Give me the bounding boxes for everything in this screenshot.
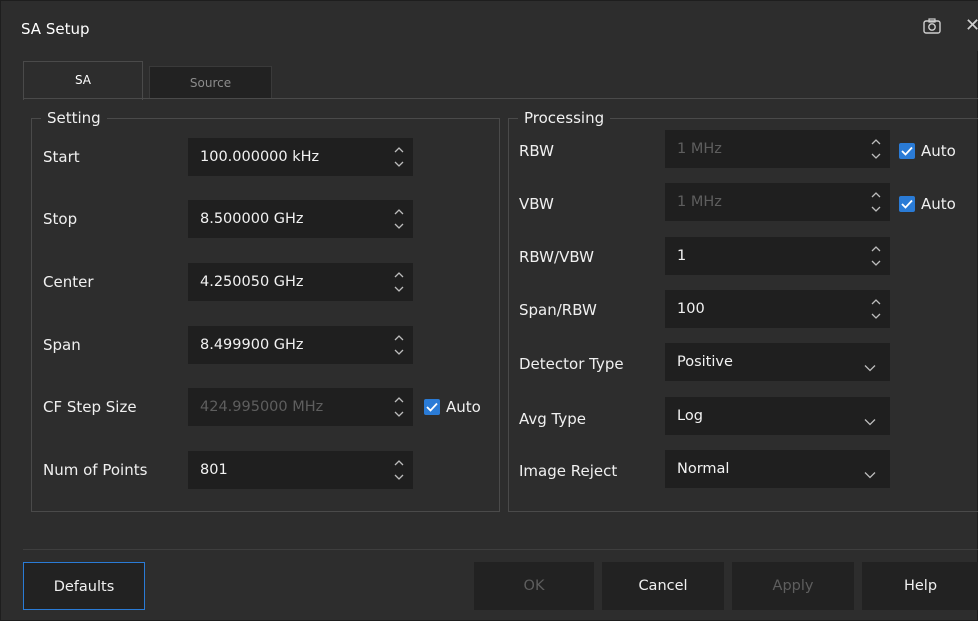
detector-type-label: Detector Type [519, 355, 624, 373]
rbw-vbw-input[interactable]: 1 [665, 237, 890, 275]
camera-icon[interactable] [923, 18, 941, 34]
span-rbw-label: Span/RBW [519, 301, 597, 319]
start-spin-icon[interactable] [393, 144, 405, 170]
checkmark-icon [899, 143, 915, 159]
checkmark-icon [424, 399, 440, 415]
vbw-label: VBW [519, 195, 554, 213]
rbw-label: RBW [519, 142, 555, 160]
defaults-button[interactable]: Defaults [23, 562, 145, 610]
center-label: Center [43, 273, 94, 291]
setting-group-title: Setting [41, 108, 107, 128]
chevron-down-icon [864, 412, 876, 426]
rbw-input[interactable]: 1 MHz [665, 130, 890, 168]
image-reject-select[interactable]: Normal [665, 450, 890, 488]
cf-step-spin-icon[interactable] [393, 394, 405, 420]
dialog-title: SA Setup [21, 20, 90, 38]
rbw-vbw-label: RBW/VBW [519, 248, 594, 266]
title-bar: SA Setup ✕ [1, 1, 978, 51]
num-points-label: Num of Points [43, 461, 148, 479]
setting-group: Setting Start 100.000000 kHz Stop 8.5000… [31, 108, 500, 512]
processing-group: Processing RBW 1 MHz Auto VBW 1 MHz Auto… [508, 108, 978, 512]
start-label: Start [43, 148, 80, 166]
num-points-input[interactable]: 801 [188, 451, 413, 489]
processing-group-title: Processing [518, 108, 611, 128]
num-points-spin-icon[interactable] [393, 457, 405, 483]
vbw-input[interactable]: 1 MHz [665, 183, 890, 221]
span-rbw-spin-icon[interactable] [870, 296, 882, 322]
avg-type-label: Avg Type [519, 410, 587, 428]
tab-content-sa: Setting Start 100.000000 kHz Stop 8.5000… [23, 98, 978, 521]
detector-type-select[interactable]: Positive [665, 343, 890, 381]
center-spin-icon[interactable] [393, 269, 405, 295]
checkmark-icon [899, 196, 915, 212]
span-rbw-input[interactable]: 100 [665, 290, 890, 328]
start-input[interactable]: 100.000000 kHz [188, 138, 413, 176]
cf-step-auto-checkbox[interactable]: Auto [424, 398, 481, 416]
vbw-spin-icon[interactable] [870, 189, 882, 215]
stop-label: Stop [43, 210, 78, 228]
tab-sa[interactable]: SA [23, 61, 143, 100]
apply-button[interactable]: Apply [732, 562, 854, 610]
rbw-auto-checkbox[interactable]: Auto [899, 142, 956, 160]
span-input[interactable]: 8.499900 GHz [188, 326, 413, 364]
rbw-spin-icon[interactable] [870, 136, 882, 162]
help-button[interactable]: Help [862, 562, 978, 610]
image-reject-label: Image Reject [519, 462, 618, 480]
chevron-down-icon [864, 465, 876, 479]
close-icon[interactable]: ✕ [965, 15, 978, 36]
span-spin-icon[interactable] [393, 332, 405, 358]
cf-step-size-input[interactable]: 424.995000 MHz [188, 388, 413, 426]
rbw-vbw-spin-icon[interactable] [870, 243, 882, 269]
stop-input[interactable]: 8.500000 GHz [188, 200, 413, 238]
avg-type-select[interactable]: Log [665, 397, 890, 435]
cf-step-size-label: CF Step Size [43, 398, 137, 416]
sa-setup-dialog: SA Setup ✕ SA Source Setting Start 100.0… [0, 0, 978, 621]
tab-source[interactable]: Source [149, 66, 272, 99]
cancel-button[interactable]: Cancel [602, 562, 724, 610]
vbw-auto-checkbox[interactable]: Auto [899, 195, 956, 213]
chevron-down-icon [864, 358, 876, 372]
stop-spin-icon[interactable] [393, 206, 405, 232]
center-input[interactable]: 4.250050 GHz [188, 263, 413, 301]
ok-button[interactable]: OK [474, 562, 594, 610]
span-label: Span [43, 336, 81, 354]
footer-divider [23, 549, 978, 550]
